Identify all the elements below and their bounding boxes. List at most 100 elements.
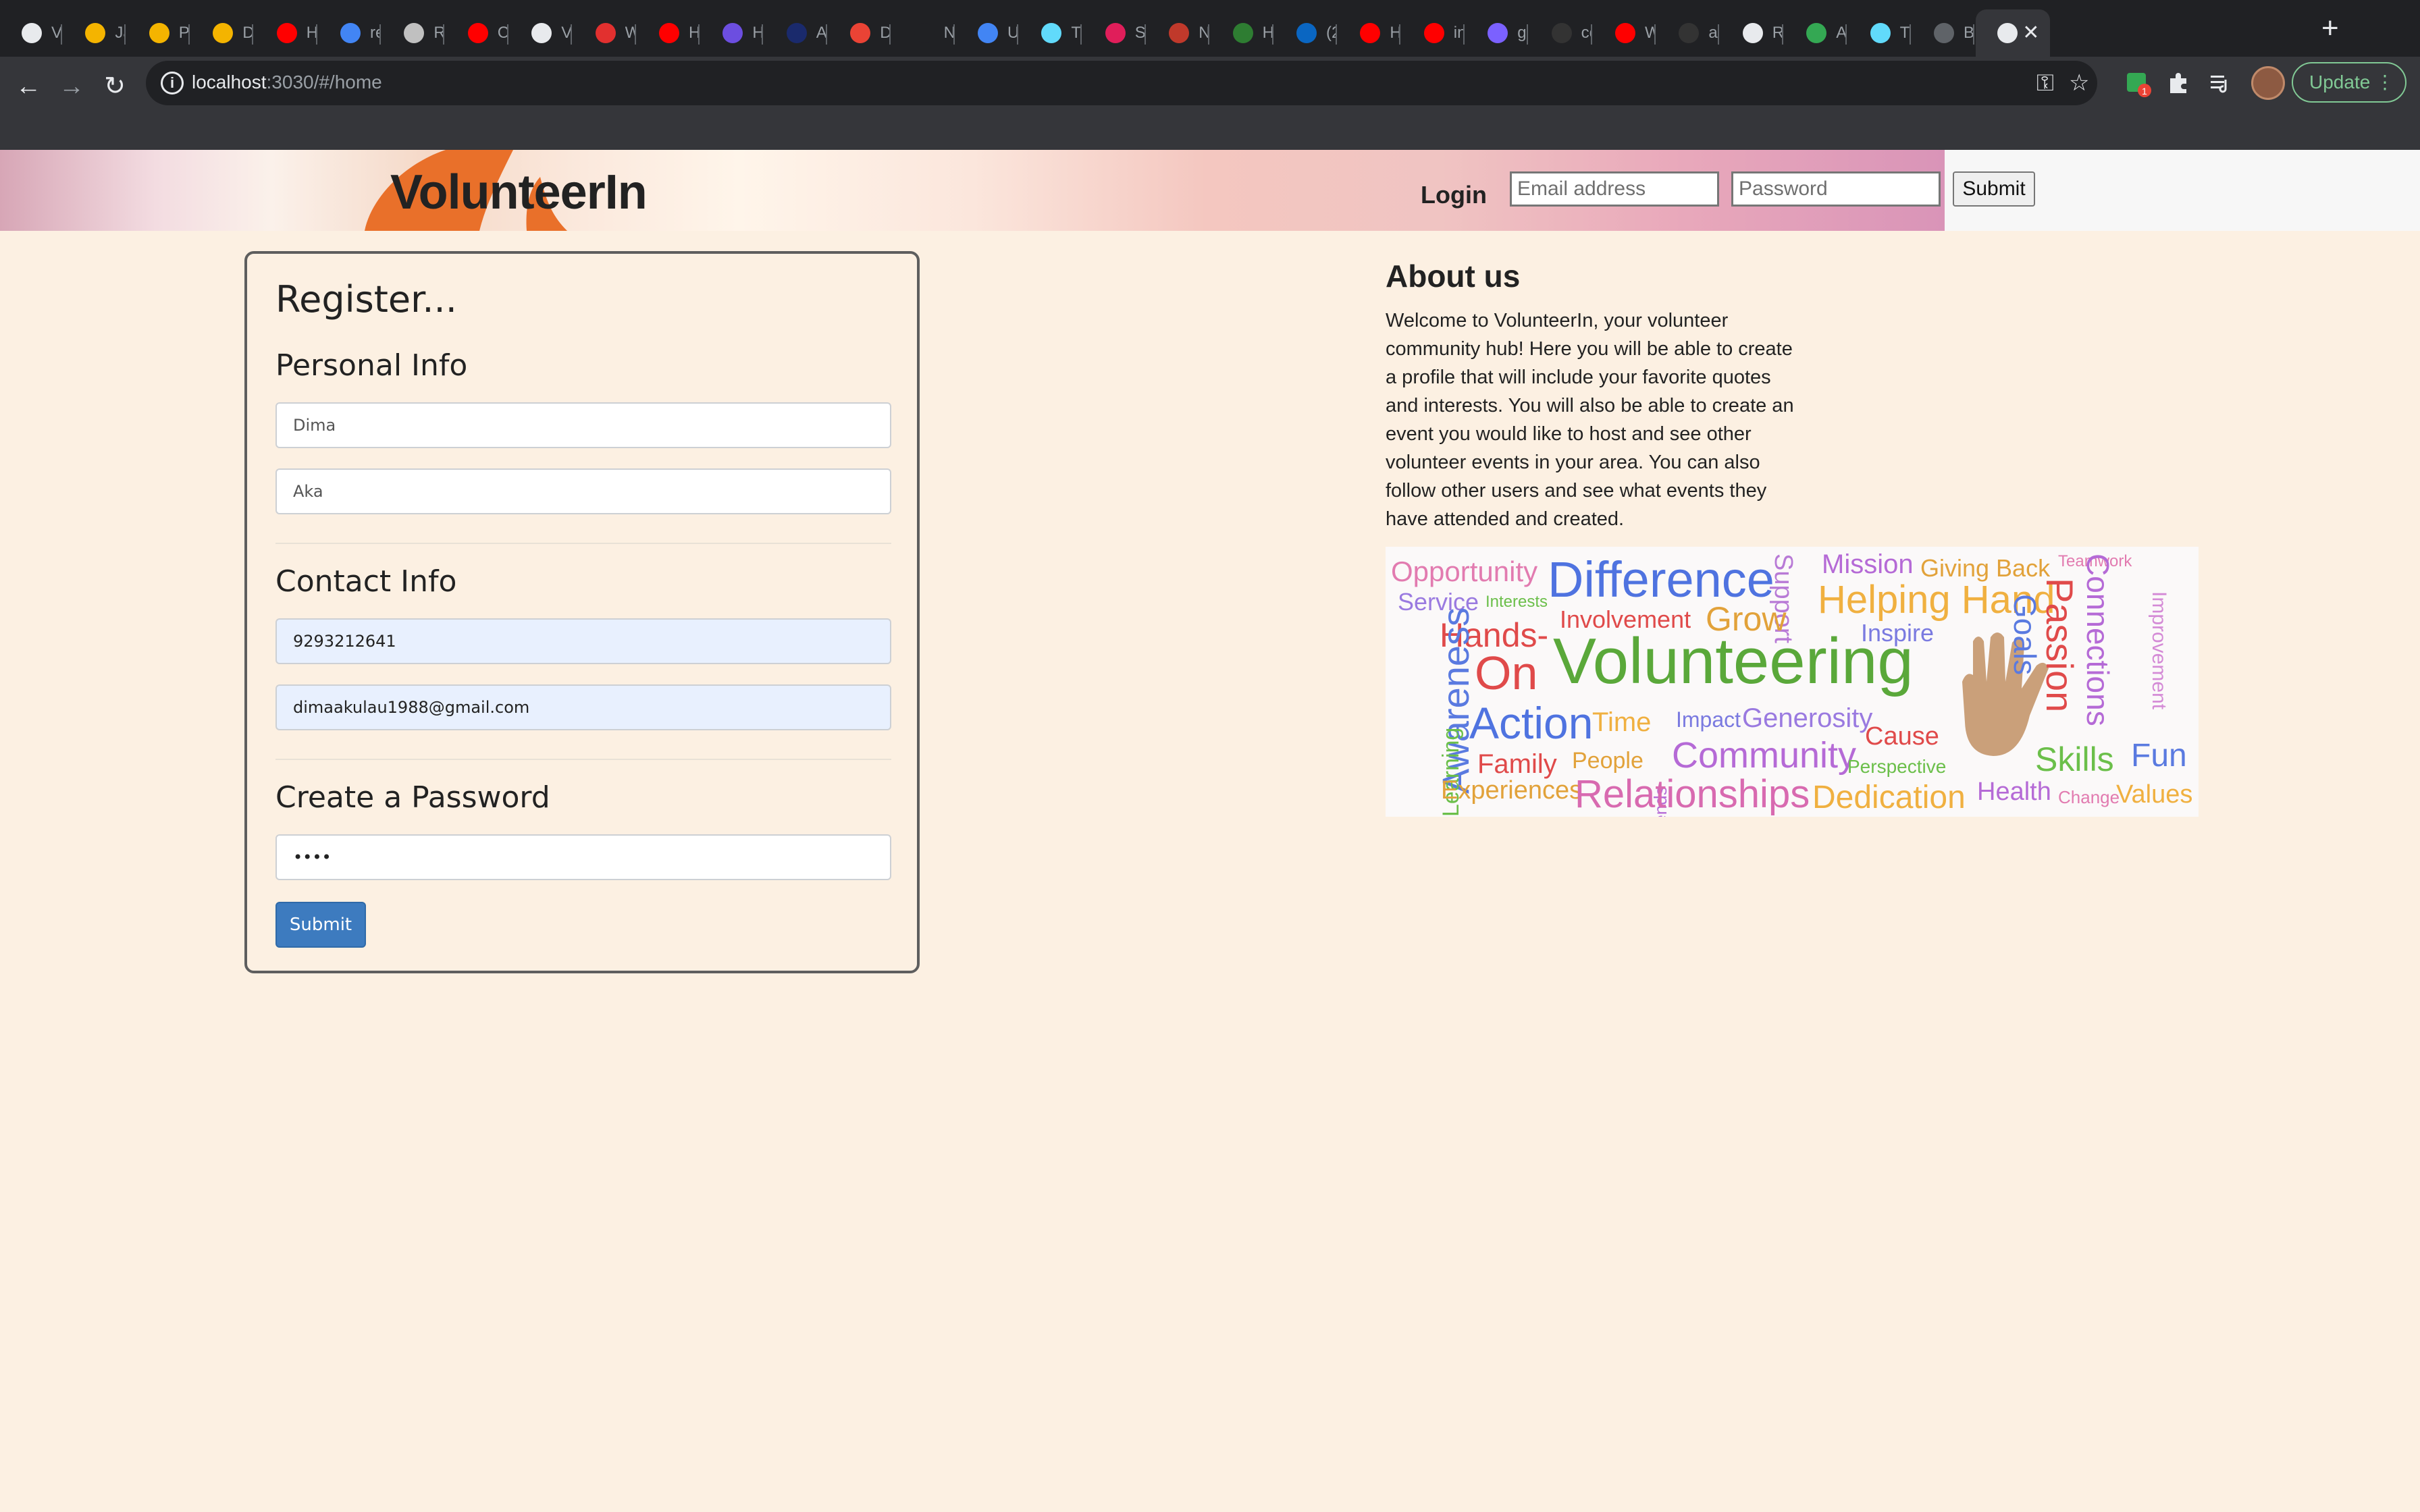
tab-favicon-icon (1934, 23, 1954, 43)
tab-separator (1208, 24, 1210, 45)
tab-separator (379, 24, 381, 45)
new-tab-icon[interactable]: + (2321, 14, 2339, 43)
tab-close-icon[interactable]: ✕ (2022, 23, 2039, 43)
tab-favicon-icon (1232, 23, 1253, 43)
url-host: localhost (192, 72, 267, 92)
header-password-input[interactable] (1731, 171, 1941, 207)
browser-tab[interactable]: cc (1530, 9, 1592, 57)
browser-tab[interactable]: Hu (701, 9, 764, 57)
media-queue-icon[interactable] (2208, 70, 2232, 100)
browser-tab[interactable]: Th (1849, 9, 1911, 57)
browser-tab[interactable]: W (1594, 9, 1656, 57)
browser-tab[interactable]: Bu (1912, 9, 1974, 57)
header-email-input[interactable] (1510, 171, 1719, 207)
browser-tab[interactable]: Cr (446, 9, 508, 57)
browser-tab[interactable]: int (1402, 9, 1465, 57)
browser-tab[interactable]: Pa (128, 9, 190, 57)
tab-favicon-icon (1615, 23, 1635, 43)
back-icon[interactable]: ← (8, 66, 49, 107)
first-name-field[interactable] (275, 402, 891, 448)
tab-favicon-icon (1997, 23, 2018, 43)
browser-tab[interactable]: (2 (1275, 9, 1337, 57)
browser-tab[interactable]: Vo (510, 9, 573, 57)
browser-tab[interactable]: Dr (828, 9, 891, 57)
browser-tab[interactable]: Alg (765, 9, 827, 57)
site-info-icon[interactable]: i (161, 72, 184, 94)
extensions-puzzle-icon[interactable] (2166, 70, 2190, 100)
personal-info-title: Personal Info (275, 348, 468, 383)
word-cloud-word: People (1572, 748, 1643, 774)
forward-icon[interactable]: → (51, 66, 92, 107)
browser-tab-active[interactable]: ✕ (1976, 9, 2051, 57)
browser-toolbar: ← → ↻ i localhost:3030/#/home ⚿ ☆ 1 Upda… (0, 57, 2420, 192)
extension-badge-icon[interactable]: 1 (2124, 70, 2151, 103)
tab-favicon-icon (1551, 23, 1572, 43)
browser-tab[interactable]: Ur (956, 9, 1018, 57)
word-cloud-word: Impact (1676, 707, 1741, 732)
address-bar[interactable]: i localhost:3030/#/home ⚿ ☆ (146, 61, 2097, 105)
word-cloud-word: Opportunity (1391, 556, 1538, 587)
browser-tab[interactable]: Re (382, 9, 445, 57)
tab-separator (1271, 24, 1273, 45)
tab-separator (1336, 24, 1337, 45)
browser-tab[interactable]: Th (1020, 9, 1082, 57)
browser-tab[interactable]: rei (319, 9, 381, 57)
browser-tab[interactable]: Ne (1147, 9, 1210, 57)
url-text[interactable]: localhost:3030/#/home (192, 72, 382, 93)
bookmark-star-icon[interactable]: ☆ (2069, 72, 2089, 94)
word-cloud-word: Generosity (1742, 703, 1873, 733)
tab-favicon-icon (1423, 23, 1444, 43)
word-cloud-word: Health (1977, 778, 2051, 806)
tab-separator (1590, 24, 1592, 45)
browser-tab[interactable]: ak (1657, 9, 1720, 57)
word-cloud-word: Fun (2131, 738, 2187, 774)
register-title: Register... (275, 278, 457, 321)
browser-tab[interactable]: Re (1721, 9, 1783, 57)
word-cloud-word: Passion (2038, 578, 2081, 713)
word-cloud-word: Time (1592, 707, 1652, 737)
word-cloud-word: Relationships (1575, 772, 1810, 816)
browser-tab[interactable]: Hc (255, 9, 317, 57)
browser-tab[interactable]: HC (637, 9, 700, 57)
volunteering-word-cloud-image: Opportunity Difference Support Mission Givin… (1386, 547, 2199, 817)
tab-favicon-icon (850, 23, 871, 43)
browser-tab[interactable]: New T (893, 9, 955, 57)
word-cloud-word: Goals (2007, 594, 2043, 676)
tab-favicon-icon (340, 23, 361, 43)
login-submit-button[interactable]: Submit (1953, 171, 2035, 207)
tab-strip: VoJaPaDeHcreiReCrVoWHCHuAlgDrNew TUrThSl… (0, 0, 2420, 57)
browser-tab[interactable]: ga (1466, 9, 1529, 57)
browser-tab[interactable]: Hc (1338, 9, 1401, 57)
register-submit-button[interactable]: Submit (275, 902, 366, 948)
browser-tab[interactable]: Hu (1211, 9, 1273, 57)
password-field[interactable] (275, 834, 891, 880)
email-field[interactable] (275, 684, 891, 730)
tab-favicon-icon (276, 23, 297, 43)
key-icon[interactable]: ⚿ (2036, 72, 2054, 94)
browser-tab[interactable]: Ak (1785, 9, 1847, 57)
browser-tab[interactable]: Ja (63, 9, 126, 57)
browser-tab[interactable]: Vo (0, 9, 62, 57)
browser-tab[interactable]: Sl (1084, 9, 1146, 57)
phone-field[interactable] (275, 618, 891, 664)
tab-separator (315, 24, 317, 45)
word-cloud-word: Connections (2080, 554, 2115, 726)
browser-tab[interactable]: De (191, 9, 254, 57)
brand-logo-text[interactable]: VolunteerIn (390, 165, 648, 220)
tab-favicon-icon (1870, 23, 1891, 43)
profile-avatar[interactable] (2251, 66, 2285, 100)
browser-tab[interactable]: W (574, 9, 636, 57)
tab-favicon-icon (1679, 23, 1700, 43)
last-name-field[interactable] (275, 468, 891, 514)
about-title: About us (1386, 259, 1521, 294)
reload-icon[interactable]: ↻ (95, 66, 135, 107)
tab-separator (634, 24, 636, 45)
tab-separator (1909, 24, 1911, 45)
tab-separator (1781, 24, 1783, 45)
tab-separator (1017, 24, 1018, 45)
menu-kebab-icon[interactable]: ⋮ (2375, 63, 2394, 101)
update-button[interactable]: Update ⋮ (2292, 62, 2406, 103)
tab-favicon-icon (1105, 23, 1126, 43)
tab-separator (1144, 24, 1146, 45)
tab-favicon-icon (1296, 23, 1317, 43)
